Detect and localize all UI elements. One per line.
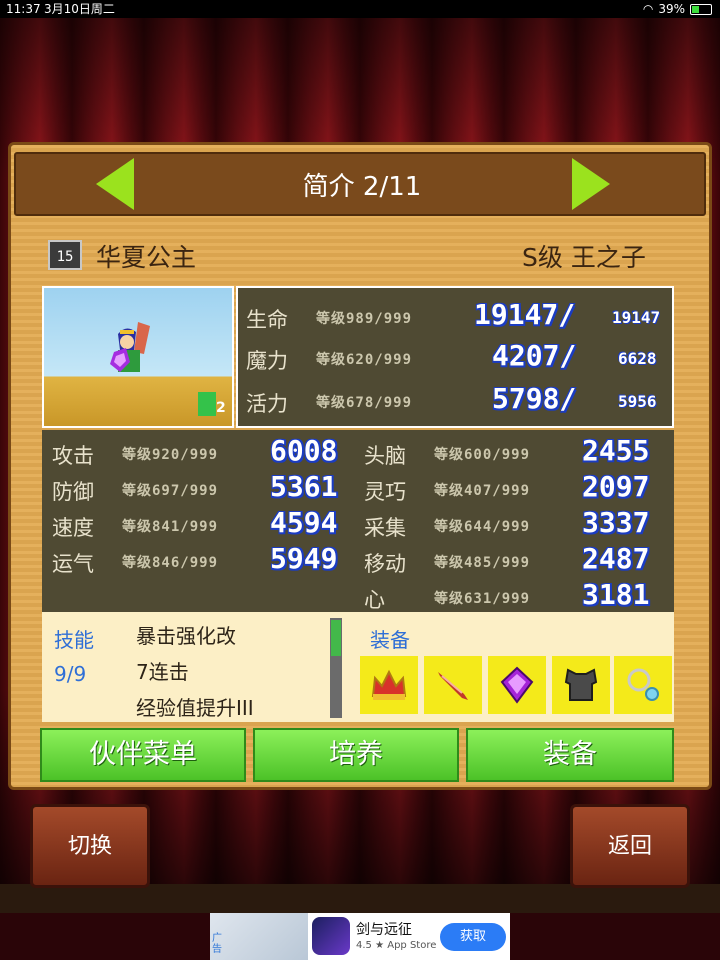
- equip-slot[interactable]: [360, 656, 418, 714]
- stat-value: 5949: [270, 542, 338, 575]
- stat-level: 等级920/999: [122, 447, 219, 463]
- vital-max: 6628: [618, 349, 657, 368]
- prev-arrow-icon[interactable]: [96, 158, 134, 210]
- vital-level: 等级620/999: [316, 352, 413, 368]
- vital-level: 等级678/999: [316, 395, 413, 411]
- sword-icon: [438, 672, 468, 700]
- equip-slot[interactable]: [552, 656, 610, 714]
- vital-current: 5798/: [492, 382, 577, 415]
- gem-icon: [500, 666, 534, 704]
- person-icon: [198, 392, 216, 416]
- vital-current: 19147/: [474, 298, 576, 331]
- status-right: ◠ 39%: [643, 0, 712, 18]
- armor-icon: [564, 668, 598, 701]
- stat-label: 灵巧: [364, 480, 406, 504]
- skills-scrollbar[interactable]: [330, 618, 342, 718]
- ad-banner[interactable]: 广告 剑与远征 4.5 ★ App Store 获取: [210, 913, 510, 960]
- ad-title: 剑与远征: [356, 922, 412, 938]
- stat-level: 等级600/999: [434, 447, 531, 463]
- crown-icon: [371, 669, 407, 700]
- stat-level: 等级485/999: [434, 555, 531, 571]
- equip-button[interactable]: 装备: [466, 728, 674, 782]
- ad-get-button[interactable]: 获取: [440, 923, 506, 951]
- next-arrow-icon[interactable]: [572, 158, 610, 210]
- partner-menu-button[interactable]: 伙伴菜单: [40, 728, 246, 782]
- battery-icon: [690, 3, 712, 15]
- stat-label: 采集: [364, 516, 406, 540]
- scrollbar-thumb[interactable]: [331, 620, 341, 656]
- switch-button[interactable]: 切换: [30, 804, 150, 888]
- status-date: 3月10日周二: [44, 2, 115, 16]
- vital-max: 5956: [618, 392, 657, 411]
- ad-tag: 广告: [212, 933, 222, 955]
- status-bar: 11:37 3月10日周二 ◠ 39%: [0, 0, 720, 18]
- stat-label: 攻击: [52, 444, 94, 468]
- stat-value: 2487: [582, 542, 650, 575]
- vital-label: 活力: [246, 392, 288, 416]
- ad-image: [210, 913, 308, 960]
- status-time: 11:37: [6, 2, 41, 16]
- stat-label: 运气: [52, 552, 94, 576]
- vital-max: 19147: [612, 308, 661, 327]
- skill-item: 经验值提升III: [136, 696, 254, 720]
- stat-level: 等级644/999: [434, 519, 531, 535]
- wifi-icon: ◠: [642, 2, 654, 16]
- stat-level: 等级631/999: [434, 591, 531, 607]
- character-rank: S级 王之子: [522, 243, 646, 272]
- ad-rating: 4.5 ★ App Store: [356, 940, 437, 951]
- skill-item: 暴击强化改: [136, 624, 236, 648]
- back-button[interactable]: 返回: [570, 804, 690, 888]
- battery-percent: 39%: [658, 2, 685, 16]
- equip-slot[interactable]: [424, 656, 482, 714]
- stat-value: 3337: [582, 506, 650, 539]
- vitals-box: [236, 286, 674, 428]
- stat-label: 速度: [52, 516, 94, 540]
- stat-label: 移动: [364, 552, 406, 576]
- stat-level: 等级697/999: [122, 483, 219, 499]
- game-app-icon: [312, 917, 350, 955]
- train-button[interactable]: 培养: [253, 728, 459, 782]
- vital-label: 生命: [246, 308, 288, 332]
- level-badge: 15: [48, 240, 82, 270]
- stat-label: 心: [364, 588, 385, 612]
- equipment-title: 装备: [370, 628, 410, 652]
- stage-floor: [0, 884, 720, 913]
- stat-value: 3181: [582, 578, 650, 611]
- stat-level: 等级841/999: [122, 519, 219, 535]
- stat-level: 等级407/999: [434, 483, 531, 499]
- equip-slot[interactable]: [488, 656, 546, 714]
- vital-level: 等级989/999: [316, 311, 413, 327]
- vital-label: 魔力: [246, 349, 288, 373]
- skills-count: 9/9: [54, 662, 87, 686]
- stat-value: 2455: [582, 434, 650, 467]
- stat-label: 头脑: [364, 444, 406, 468]
- stat-value: 6008: [270, 434, 338, 467]
- skill-item: 7连击: [136, 660, 189, 684]
- stat-level: 等级846/999: [122, 555, 219, 571]
- stat-label: 防御: [52, 480, 94, 504]
- character-name: 华夏公主: [96, 243, 197, 272]
- skills-title: 技能: [54, 628, 94, 652]
- necklace-icon: [627, 668, 659, 701]
- stat-value: 5361: [270, 470, 338, 503]
- vital-current: 4207/: [492, 339, 577, 372]
- stat-value: 4594: [270, 506, 338, 539]
- companion-badge: 2: [196, 390, 230, 420]
- companion-count: 2: [216, 400, 226, 416]
- stat-value: 2097: [582, 470, 650, 503]
- equip-slot[interactable]: [614, 656, 672, 714]
- princess-sprite-icon: [110, 322, 150, 372]
